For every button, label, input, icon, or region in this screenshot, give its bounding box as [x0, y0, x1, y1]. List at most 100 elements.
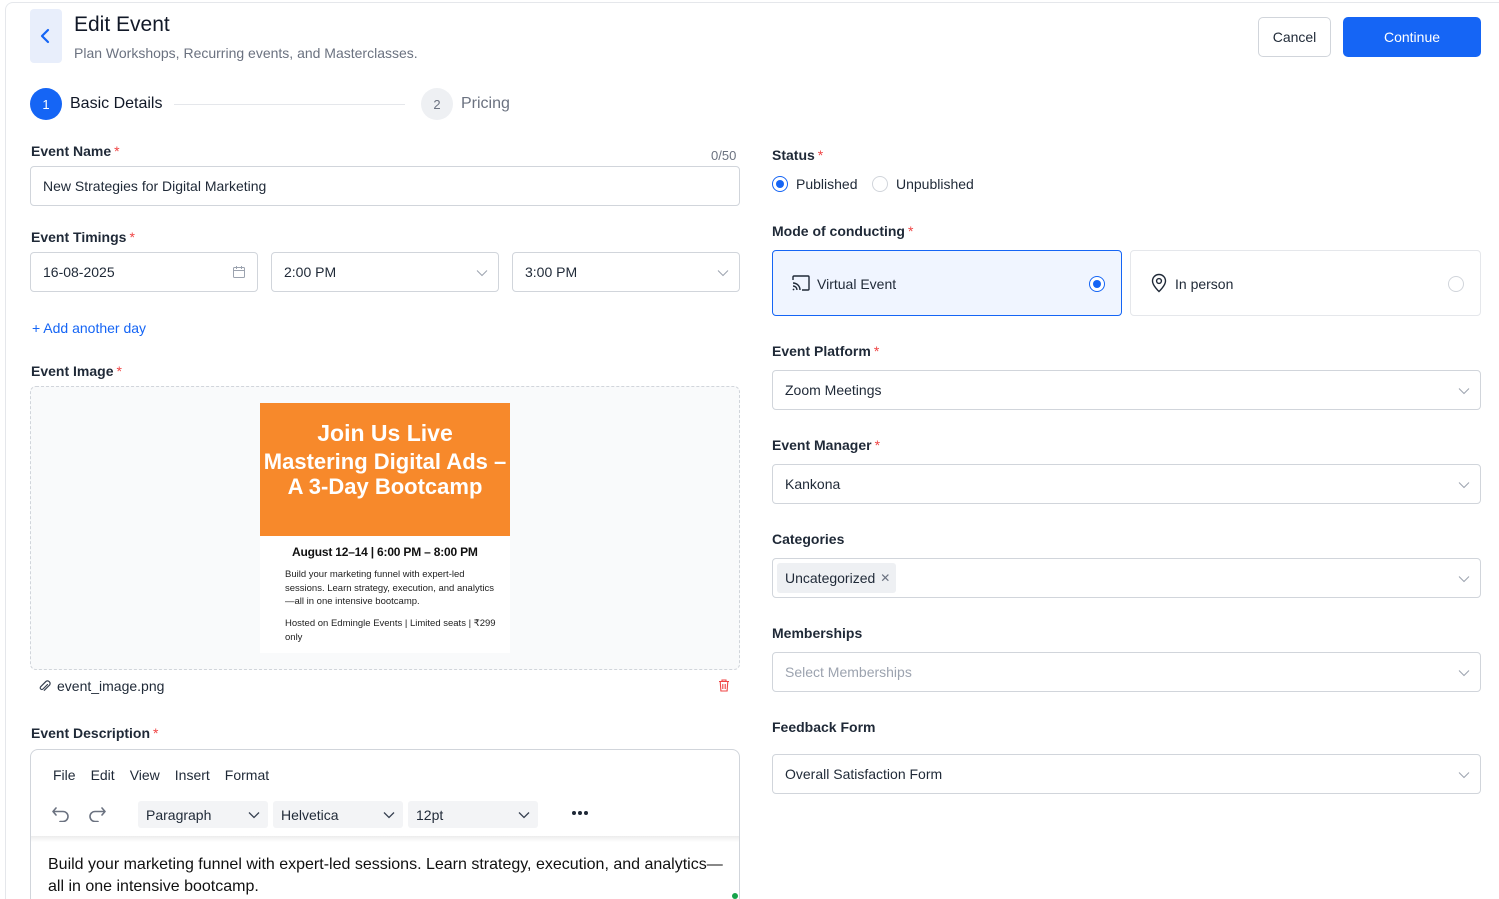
status-dot	[732, 893, 738, 899]
status-label: Status *	[772, 147, 823, 163]
chevron-down-icon	[1458, 576, 1470, 583]
required-marker: *	[114, 143, 120, 159]
cancel-button[interactable]: Cancel	[1258, 17, 1331, 57]
label-text: Event Timings	[31, 229, 127, 245]
menu-insert[interactable]: Insert	[175, 767, 210, 783]
event-image-preview: Join Us Live Mastering Digital Ads – A 3…	[260, 403, 510, 653]
rich-text-editor[interactable]: File Edit View Insert Format Paragraph H…	[30, 749, 740, 899]
step-number: 1	[30, 88, 62, 120]
radio-button[interactable]	[1448, 276, 1464, 292]
chevron-left-icon	[40, 28, 50, 44]
font-family-select[interactable]: Helvetica	[273, 801, 403, 828]
platform-value: Zoom Meetings	[785, 382, 882, 398]
redo-icon[interactable]	[87, 804, 107, 822]
poster-banner: Join Us Live Mastering Digital Ads – A 3…	[260, 403, 510, 536]
mode-label-text: Virtual Event	[817, 276, 897, 292]
menu-view[interactable]: View	[130, 767, 160, 783]
chevron-down-icon	[248, 812, 260, 819]
memberships-label: Memberships	[772, 625, 863, 641]
font-size-value: 12pt	[416, 806, 444, 823]
remove-tag-icon[interactable]: ✕	[880, 571, 890, 585]
categories-select[interactable]: Uncategorized ✕	[772, 558, 1481, 598]
menu-file[interactable]: File	[53, 767, 76, 783]
manager-select[interactable]: Kankona	[772, 464, 1481, 504]
toolbar-divider	[31, 836, 739, 842]
radio-button[interactable]	[772, 176, 788, 192]
add-another-day-link[interactable]: + Add another day	[32, 320, 146, 336]
manager-value: Kankona	[785, 476, 841, 492]
chevron-down-icon	[717, 270, 729, 277]
block-format-select[interactable]: Paragraph	[138, 801, 268, 828]
platform-select[interactable]: Zoom Meetings	[772, 370, 1481, 410]
event-timings-label: Event Timings *	[31, 229, 135, 245]
categories-label: Categories	[772, 531, 845, 547]
label-text: Status	[772, 147, 815, 163]
feedback-label: Feedback Form	[772, 719, 876, 735]
date-picker[interactable]: 16-08-2025	[30, 252, 258, 292]
menu-format[interactable]: Format	[225, 767, 269, 783]
back-button[interactable]	[30, 9, 62, 63]
mode-in-person-card[interactable]: In person	[1130, 250, 1481, 316]
more-options-icon[interactable]	[571, 810, 589, 816]
label-text: Mode of conducting	[772, 223, 905, 239]
start-time-select[interactable]: 2:00 PM	[271, 252, 499, 292]
feedback-select[interactable]: Overall Satisfaction Form	[772, 754, 1481, 794]
event-name-input[interactable]: New Strategies for Digital Marketing	[30, 166, 740, 206]
option-label: Published	[796, 176, 858, 192]
memberships-select[interactable]: Select Memberships	[772, 652, 1481, 692]
page-subtitle: Plan Workshops, Recurring events, and Ma…	[74, 45, 418, 61]
step-label: Basic Details	[70, 95, 163, 112]
mode-label: Mode of conducting *	[772, 223, 913, 239]
menu-edit[interactable]: Edit	[91, 767, 115, 783]
required-marker: *	[874, 437, 881, 453]
label-text: Event Platform	[772, 343, 871, 359]
font-family-value: Helvetica	[281, 806, 339, 823]
end-time-value: 3:00 PM	[525, 264, 578, 280]
required-marker: *	[129, 229, 135, 245]
file-name: event_image.png	[57, 678, 165, 694]
cast-icon	[792, 275, 810, 291]
required-marker: *	[817, 147, 824, 163]
required-marker: *	[873, 343, 880, 359]
attached-file: event_image.png	[38, 678, 164, 694]
font-size-select[interactable]: 12pt	[408, 801, 538, 828]
step-label: Pricing	[461, 95, 510, 112]
step-number: 2	[421, 88, 453, 120]
event-name-value: New Strategies for Digital Marketing	[43, 178, 267, 194]
poster-date: August 12–14 | 6:00 PM – 8:00 PM	[292, 545, 478, 559]
chevron-down-icon	[383, 812, 395, 819]
block-format-value: Paragraph	[146, 806, 212, 823]
continue-button[interactable]: Continue	[1343, 17, 1481, 57]
char-counter: 0/50	[711, 148, 737, 163]
undo-icon[interactable]	[51, 804, 71, 822]
status-published-option[interactable]: Published	[772, 176, 858, 192]
mode-label-text: In person	[1175, 276, 1234, 292]
chevron-down-icon	[1458, 388, 1470, 395]
mode-virtual-card[interactable]: Virtual Event	[772, 250, 1122, 316]
page-title: Edit Event	[74, 13, 170, 36]
chevron-down-icon	[1458, 482, 1470, 489]
required-marker: *	[907, 223, 914, 239]
paperclip-icon	[39, 680, 51, 691]
location-pin-icon	[1151, 273, 1167, 293]
radio-button[interactable]	[872, 176, 888, 192]
status-unpublished-option[interactable]: Unpublished	[872, 176, 974, 192]
chevron-down-icon	[518, 812, 530, 819]
option-label: Unpublished	[896, 176, 974, 192]
editor-content[interactable]: Build your marketing funnel with expert-…	[48, 854, 728, 898]
end-time-select[interactable]: 3:00 PM	[512, 252, 740, 292]
step-basic-details[interactable]: 1 Basic Details	[30, 88, 162, 120]
trash-icon[interactable]	[717, 678, 731, 693]
event-image-label: Event Image *	[31, 363, 122, 379]
manager-label: Event Manager *	[772, 437, 880, 453]
chevron-down-icon	[1458, 772, 1470, 779]
required-marker: *	[153, 725, 159, 741]
category-tag: Uncategorized ✕	[777, 563, 897, 593]
poster-title: Mastering Digital Ads – A 3-Day Bootcamp	[263, 449, 507, 499]
step-pricing[interactable]: 2 Pricing	[421, 88, 510, 120]
calendar-icon	[233, 266, 245, 278]
label-text: Event Manager	[772, 437, 872, 453]
editor-menubar: File Edit View Insert Format	[53, 767, 269, 783]
event-name-label: Event Name *	[31, 143, 120, 159]
radio-button[interactable]	[1089, 276, 1105, 292]
